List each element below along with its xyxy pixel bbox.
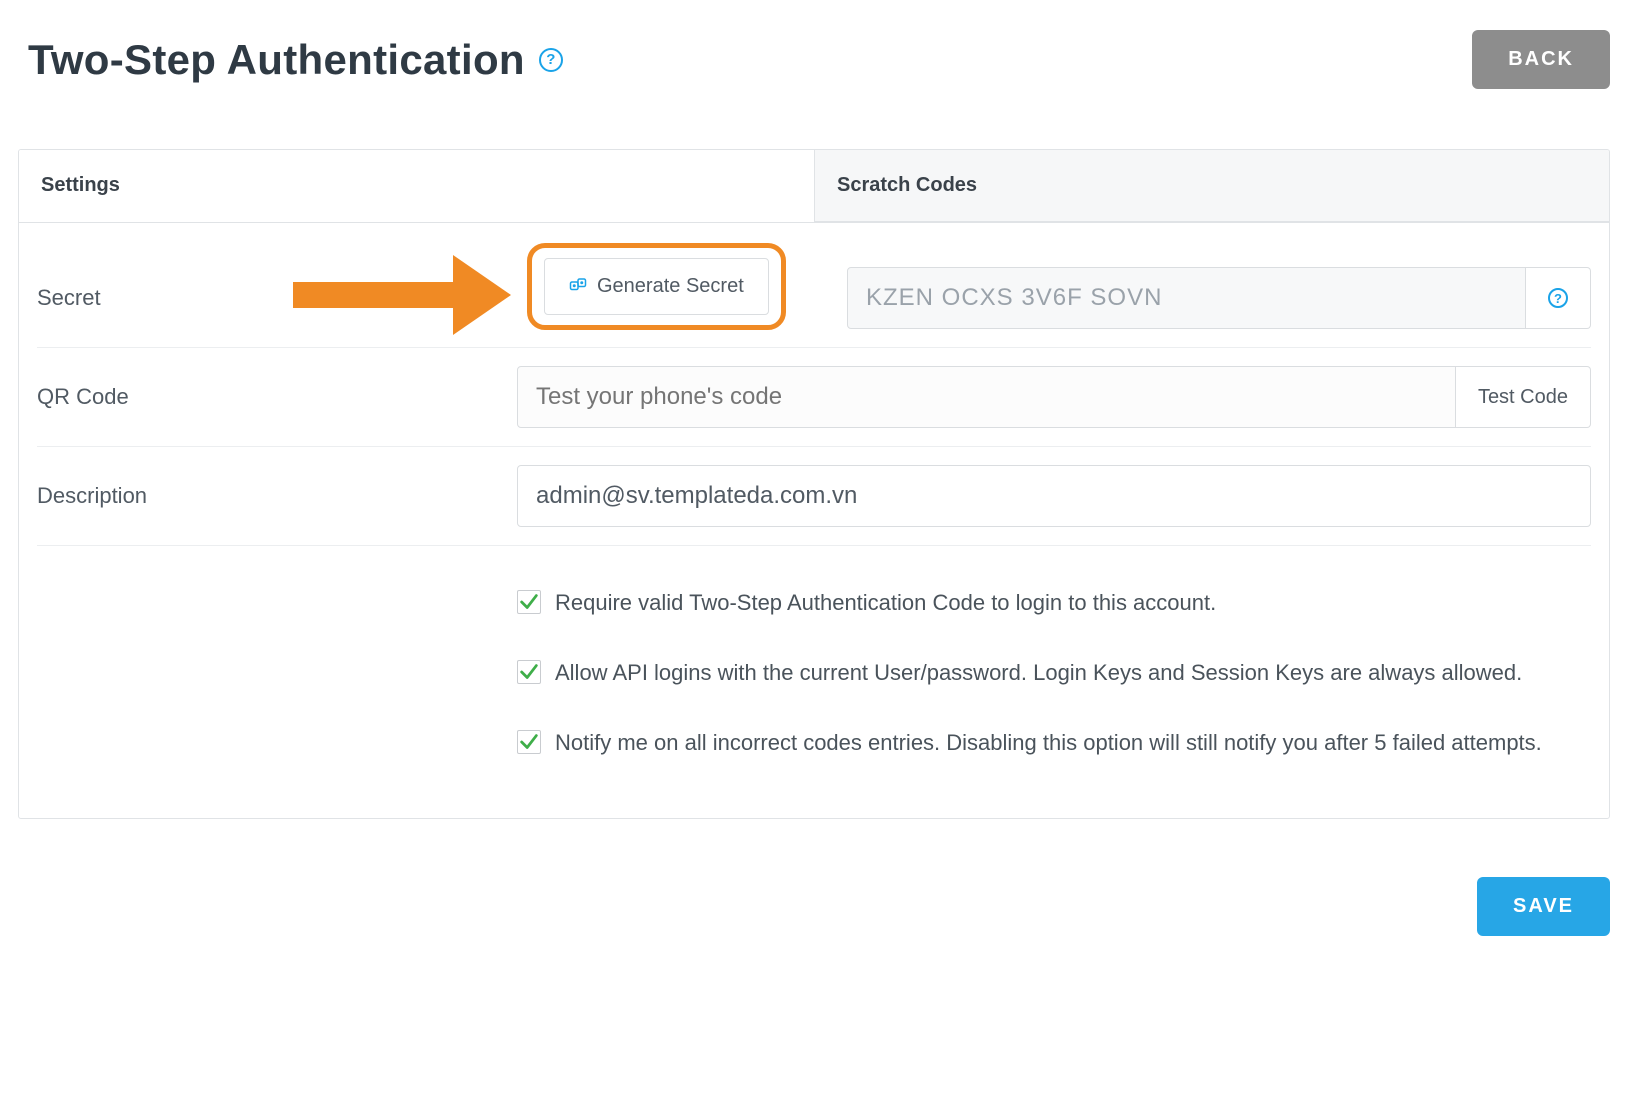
save-button[interactable]: SAVE bbox=[1477, 877, 1610, 936]
page-header: Two-Step Authentication ? BACK bbox=[18, 30, 1610, 89]
tab-scratch-codes[interactable]: Scratch Codes bbox=[814, 150, 1609, 222]
description-input[interactable] bbox=[517, 465, 1591, 527]
row-description: Description bbox=[37, 447, 1591, 546]
secret-input[interactable] bbox=[847, 267, 1526, 329]
option-allow-api: Allow API logins with the current User/p… bbox=[517, 656, 1522, 690]
row-qr-code: QR Code Test Code bbox=[37, 348, 1591, 447]
label-description: Description bbox=[37, 483, 517, 509]
page-root: Two-Step Authentication ? BACK Settings … bbox=[0, 0, 1628, 1104]
secret-field-group: ? bbox=[847, 267, 1591, 329]
option-require-2fa-label: Require valid Two-Step Authentication Co… bbox=[555, 586, 1216, 620]
footer: SAVE bbox=[18, 819, 1610, 936]
page-title: Two-Step Authentication bbox=[28, 36, 525, 84]
description-field-group bbox=[517, 465, 1591, 527]
checkbox-allow-api[interactable] bbox=[517, 660, 541, 684]
tab-settings[interactable]: Settings bbox=[19, 150, 814, 222]
generate-secret-callout: Generate Secret bbox=[527, 243, 786, 330]
help-icon[interactable]: ? bbox=[539, 48, 563, 72]
dice-icon bbox=[569, 276, 587, 298]
question-icon: ? bbox=[1548, 288, 1568, 308]
qr-field-group: Test Code bbox=[517, 366, 1591, 428]
qr-code-input[interactable] bbox=[517, 366, 1456, 428]
option-require-2fa: Require valid Two-Step Authentication Co… bbox=[517, 586, 1216, 620]
checkbox-require-2fa[interactable] bbox=[517, 590, 541, 614]
option-allow-api-label: Allow API logins with the current User/p… bbox=[555, 656, 1522, 690]
tab-bar: Settings Scratch Codes bbox=[19, 150, 1609, 223]
check-icon bbox=[518, 591, 540, 613]
settings-panel: Settings Scratch Codes Secret bbox=[18, 149, 1610, 819]
option-notify-incorrect: Notify me on all incorrect codes entries… bbox=[517, 726, 1542, 760]
title-wrap: Two-Step Authentication ? bbox=[28, 36, 563, 84]
back-button[interactable]: BACK bbox=[1472, 30, 1610, 89]
secret-help-addon[interactable]: ? bbox=[1526, 267, 1591, 329]
checkbox-notify-incorrect[interactable] bbox=[517, 730, 541, 754]
options-list: Require valid Two-Step Authentication Co… bbox=[517, 564, 1591, 760]
label-qr-code: QR Code bbox=[37, 384, 517, 410]
row-secret: Secret bbox=[37, 249, 1591, 348]
option-notify-incorrect-label: Notify me on all incorrect codes entries… bbox=[555, 726, 1542, 760]
check-icon bbox=[518, 731, 540, 753]
generate-secret-label: Generate Secret bbox=[597, 275, 744, 298]
test-code-button[interactable]: Test Code bbox=[1456, 366, 1591, 428]
panel-body: Secret bbox=[19, 223, 1609, 818]
label-secret: Secret bbox=[37, 285, 517, 311]
generate-secret-button[interactable]: Generate Secret bbox=[544, 258, 769, 315]
row-options: Require valid Two-Step Authentication Co… bbox=[37, 546, 1591, 778]
check-icon bbox=[518, 661, 540, 683]
